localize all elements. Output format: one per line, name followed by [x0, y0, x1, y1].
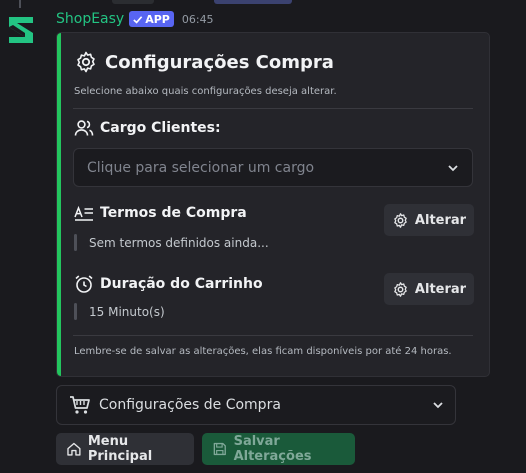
checkmark-icon	[133, 15, 143, 24]
role-select-placeholder: Clique para selecionar um cargo	[87, 159, 315, 176]
previous-button-edge	[112, 0, 154, 4]
alterar-termos-button[interactable]: Alterar	[384, 204, 474, 236]
gear-icon	[394, 281, 407, 297]
duracao-value-text: 15 Minuto(s)	[89, 304, 165, 319]
menu-principal-button[interactable]: Menu Principal	[56, 433, 194, 465]
chevron-down-icon	[448, 164, 458, 171]
divider	[73, 108, 473, 109]
field-title-cargo: Cargo Clientes:	[100, 120, 221, 136]
role-select[interactable]: Clique para selecionar um cargo	[73, 148, 473, 187]
config-menu-select[interactable]: Configurações de Compra	[56, 385, 456, 425]
chevron-down-icon	[433, 402, 443, 409]
alterar-termos-label: Alterar	[414, 212, 467, 228]
quote-bar	[74, 303, 77, 320]
embed-title-text: Configurações Compra	[105, 51, 334, 73]
save-icon	[213, 442, 226, 456]
message-header: ShopEasy APP 06:45	[56, 9, 214, 29]
app-avatar[interactable]	[6, 13, 36, 47]
users-icon	[74, 120, 94, 136]
config-embed: Configurações Compra Selecione abaixo qu…	[56, 32, 490, 377]
salvar-alteracoes-button[interactable]: Salvar Alterações	[202, 433, 355, 465]
divider	[73, 335, 473, 336]
embed-description: Selecione abaixo quais configurações des…	[74, 86, 337, 97]
home-icon	[67, 442, 81, 456]
termos-value-text: Sem termos definidos ainda...	[89, 235, 269, 250]
salvar-alteracoes-label: Salvar Alterações	[233, 434, 312, 464]
embed-footer: Lembre-se de salvar as alterações, elas …	[74, 346, 452, 357]
message-timestamp[interactable]: 06:45	[182, 13, 214, 26]
duracao-value: 15 Minuto(s)	[74, 303, 165, 320]
quote-bar	[74, 234, 77, 251]
embed-accent-bar	[57, 33, 61, 376]
cart-icon	[70, 396, 90, 414]
author-name[interactable]: ShopEasy	[56, 11, 124, 27]
field-title-termos: Termos de Compra	[100, 205, 247, 221]
app-badge: APP	[129, 11, 174, 27]
gear-icon	[77, 51, 95, 73]
alterar-duracao-button[interactable]: Alterar	[384, 273, 474, 305]
reply-thread-line	[19, 0, 21, 8]
previous-button-edge-primary	[214, 0, 292, 4]
field-cargo-clientes: Cargo Clientes:	[74, 119, 221, 137]
previous-message-strip	[0, 0, 526, 8]
termos-value: Sem termos definidos ainda...	[74, 234, 269, 251]
field-title-duracao: Duração do Carrinho	[100, 276, 263, 292]
shopeasy-logo-icon	[9, 17, 33, 43]
embed-title: Configurações Compra	[74, 50, 334, 74]
alterar-duracao-label: Alterar	[414, 281, 467, 297]
gear-icon	[394, 212, 407, 228]
text-lines-icon	[74, 205, 93, 221]
alarm-clock-icon	[75, 275, 93, 293]
app-badge-label: APP	[145, 12, 170, 26]
config-menu-selected: Configurações de Compra	[99, 397, 281, 413]
field-termos-compra: Termos de Compra	[74, 205, 247, 221]
menu-principal-label: Menu Principal	[87, 434, 153, 464]
field-duracao-carrinho: Duração do Carrinho	[74, 274, 263, 294]
